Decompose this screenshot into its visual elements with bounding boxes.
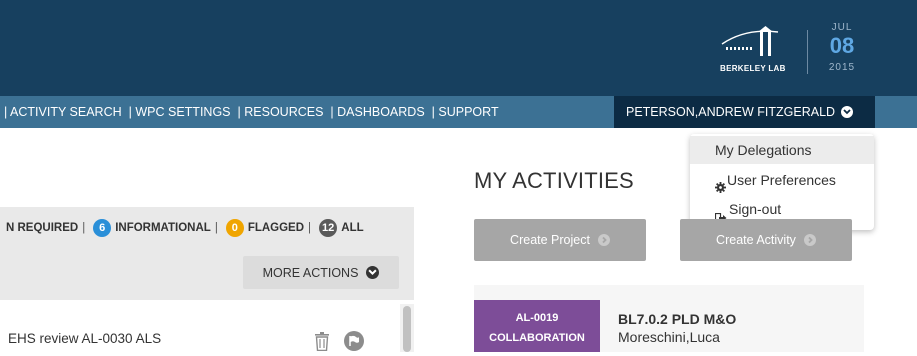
menu-item-label: User Preferences	[727, 172, 836, 188]
flagged-count-badge[interactable]: 0	[225, 219, 244, 237]
create-activity-label: Create Activity	[716, 233, 796, 247]
activity-type: COLLABORATION	[489, 332, 585, 344]
create-project-label: Create Project	[510, 233, 590, 247]
nav-dashboards[interactable]: | DASHBOARDS	[330, 105, 424, 119]
logo-text: BERKELEY LAB	[720, 64, 786, 73]
filter-all[interactable]: ALL	[341, 222, 363, 234]
scrollbar-thumb[interactable]	[403, 306, 411, 352]
more-actions-button[interactable]: MORE ACTIONS	[243, 256, 399, 289]
chevron-down-icon	[366, 266, 380, 279]
activity-title[interactable]: BL7.0.2 PLD M&O	[618, 311, 736, 327]
date-day: 08	[829, 33, 855, 58]
nav-wpc-settings[interactable]: | WPC SETTINGS	[129, 105, 231, 119]
filter-row: N REQUIRED | 6 INFORMATIONAL | 0 FLAGGED…	[6, 219, 364, 237]
all-count-badge[interactable]: 12	[319, 219, 338, 237]
filter-separator: |	[214, 222, 218, 234]
user-name: PETERSON,ANDREW FITZGERALD	[626, 105, 836, 119]
user-dropdown-menu: My Delegations User Preferences Sign-out	[690, 134, 874, 230]
activity-type-tag: AL-0019 COLLABORATION	[474, 300, 600, 352]
menu-item-user-preferences[interactable]: User Preferences	[690, 166, 874, 194]
trash-icon[interactable]	[314, 332, 330, 356]
chevron-right-icon	[803, 234, 816, 246]
user-menu-toggle[interactable]: PETERSON,ANDREW FITZGERALD	[614, 96, 875, 128]
more-actions-label: MORE ACTIONS	[262, 265, 359, 280]
informational-count-badge[interactable]: 6	[93, 219, 112, 237]
filter-separator: |	[82, 222, 86, 234]
activity-owner: Moreschini,Luca	[618, 329, 720, 345]
filter-flagged[interactable]: FLAGGED	[248, 222, 304, 234]
create-project-button[interactable]: Create Project	[474, 219, 646, 261]
nav-support[interactable]: | SUPPORT	[432, 105, 499, 119]
chevron-right-icon	[597, 234, 610, 246]
row-title[interactable]: EHS review AL-0030 ALS	[8, 331, 161, 346]
filter-informational[interactable]: INFORMATIONAL	[115, 222, 211, 234]
chevron-down-icon	[841, 106, 854, 118]
my-activities-heading: MY ACTIVITIES	[474, 168, 634, 193]
filter-action-required[interactable]: N REQUIRED	[6, 222, 78, 234]
create-activity-button[interactable]: Create Activity	[680, 219, 852, 261]
date-year: 2015	[828, 62, 856, 73]
date-month: JUL	[831, 22, 853, 33]
flag-icon[interactable]	[344, 331, 364, 351]
menu-item-my-delegations[interactable]: My Delegations	[690, 136, 874, 164]
filter-separator: |	[308, 222, 312, 234]
menu-item-label: My Delegations	[715, 142, 812, 158]
nav-resources[interactable]: | RESOURCES	[238, 105, 324, 119]
header-divider	[807, 30, 808, 74]
activity-id: AL-0019	[515, 312, 559, 324]
nav-activity-search[interactable]: | ACTIVITY SEARCH	[4, 105, 122, 119]
